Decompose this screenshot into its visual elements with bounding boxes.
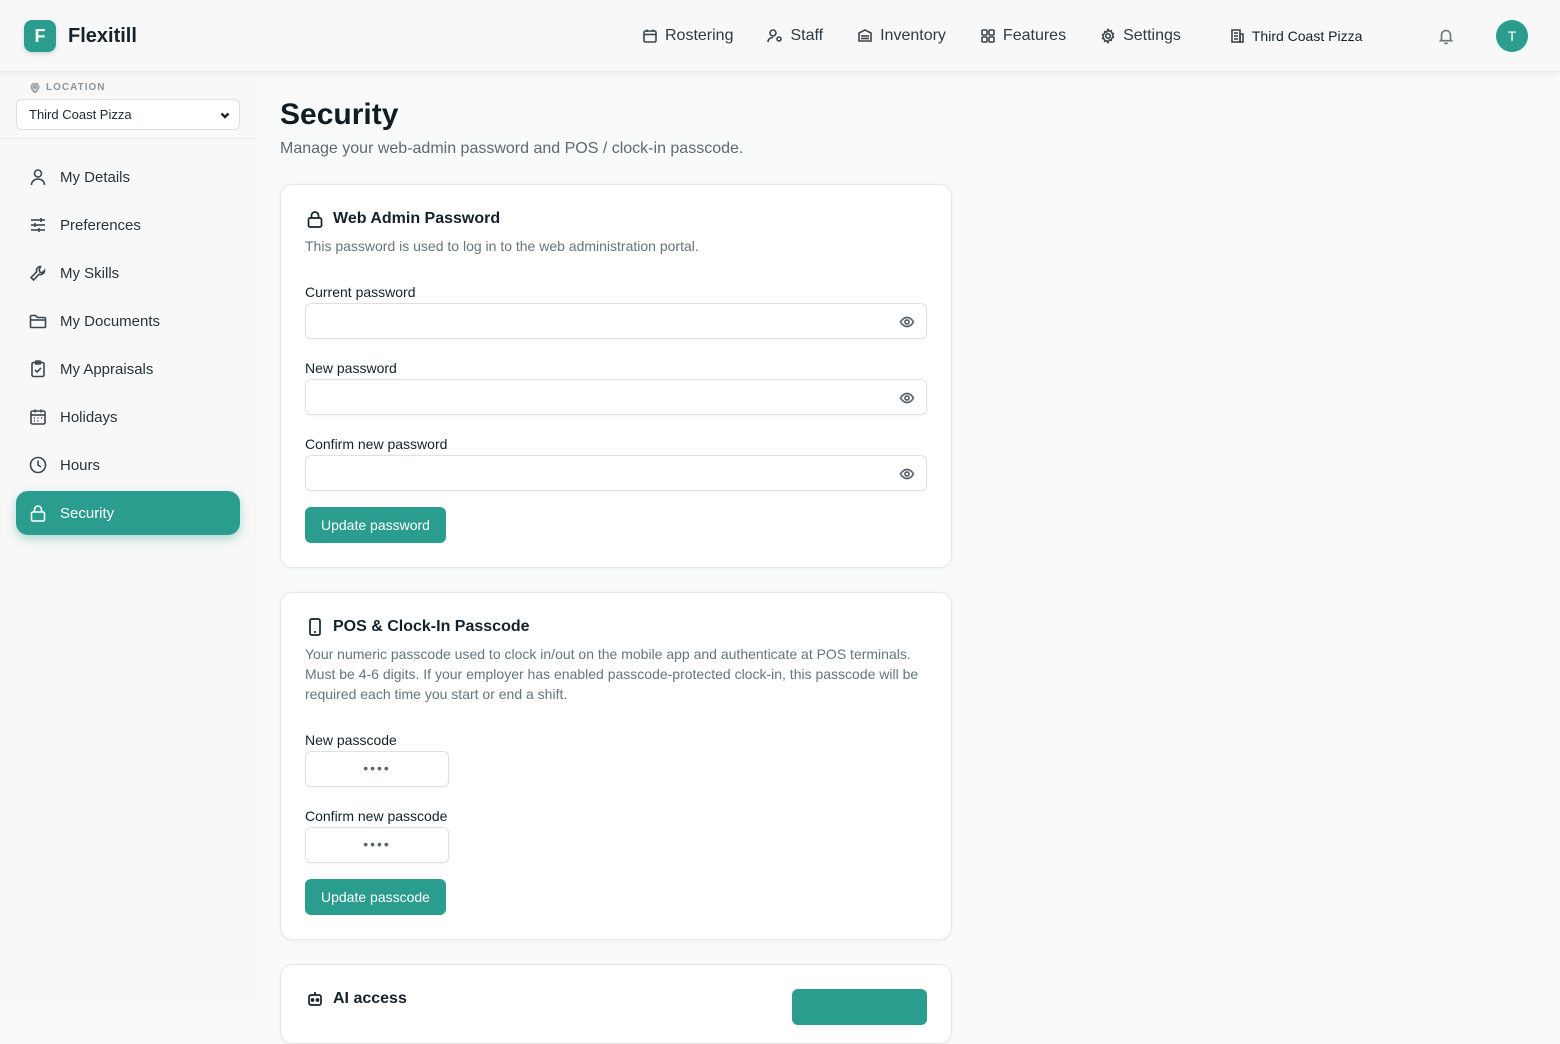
box-icon <box>858 29 872 42</box>
gear-icon <box>1101 28 1115 44</box>
page-title: Security <box>280 98 399 131</box>
nav-location[interactable]: Third Coast Pizza <box>1229 28 1362 44</box>
nav-inventory-label: Inventory <box>880 27 946 44</box>
sidebar-item-my-appraisals[interactable]: My Appraisals <box>16 347 240 391</box>
location-select[interactable]: Third Coast Pizza <box>16 99 240 130</box>
sidebar-divider <box>0 138 256 139</box>
sidebar-item-holidays[interactable]: Holidays <box>16 395 240 439</box>
passcode-card-title-text: POS & Clock-In Passcode <box>333 618 530 635</box>
sidebar-item-hours[interactable]: Hours <box>16 443 240 487</box>
password-card-title: Web Admin Password <box>305 209 500 229</box>
new-password-field[interactable] <box>305 379 927 415</box>
password-card-title-text: Web Admin Password <box>333 210 501 227</box>
sidebar: LOCATION Third Coast Pizza My Details Pr… <box>0 72 256 1000</box>
confirm-password-label: Confirm new password <box>305 436 448 452</box>
sidebar-item-label: My Skills <box>60 264 120 282</box>
nav-rostering[interactable]: Rostering <box>642 27 733 45</box>
ai-access-card-title-text: AI access <box>333 990 407 1007</box>
current-password-field[interactable] <box>305 303 927 339</box>
nav-inventory[interactable]: Inventory <box>857 27 946 45</box>
wrench-icon <box>29 265 46 282</box>
ai-access-button[interactable] <box>792 989 927 1025</box>
chevron-down-icon <box>219 109 231 121</box>
avatar[interactable]: T <box>1496 20 1528 52</box>
brand-logo: F <box>24 20 56 52</box>
passcode-card: POS & Clock-In Passcode Your numeric pas… <box>280 592 952 940</box>
map-pin-icon <box>30 82 40 93</box>
top-nav: Rostering Staff Inventory Features Setti… <box>642 0 1396 72</box>
nav-staff[interactable]: Staff <box>767 27 823 45</box>
passcode-card-description: Your numeric passcode used to clock in/o… <box>305 646 919 702</box>
user-icon <box>767 29 783 43</box>
nav-features-label: Features <box>1002 27 1067 44</box>
calendar-icon <box>30 409 46 425</box>
location-label-text: LOCATION <box>46 82 106 93</box>
nav-settings[interactable]: Settings <box>1100 27 1181 45</box>
sidebar-item-my-documents[interactable]: My Documents <box>16 299 240 343</box>
nav-location-label: Third Coast Pizza <box>1251 28 1363 44</box>
update-password-button[interactable]: Update password <box>305 507 446 543</box>
new-password-label: New password <box>305 360 397 376</box>
sidebar-item-label: My Appraisals <box>60 360 154 378</box>
eye-icon[interactable] <box>899 466 915 482</box>
ai-access-card: AI access <box>280 964 952 1044</box>
sidebar-item-label: My Documents <box>60 312 161 330</box>
current-password-label: Current password <box>305 284 416 300</box>
clock-icon <box>29 456 47 474</box>
brand-name: Flexitill <box>68 24 137 47</box>
user-icon <box>30 169 46 186</box>
folder-icon <box>29 314 47 329</box>
confirm-passcode-label: Confirm new passcode <box>305 808 448 824</box>
nav-features[interactable]: Features <box>980 27 1066 45</box>
sidebar-item-label: Holidays <box>60 408 118 426</box>
confirm-password-field[interactable] <box>305 455 927 491</box>
location-label: LOCATION <box>30 82 105 93</box>
grid-icon <box>981 29 995 43</box>
password-card-description: This password is used to log in to the w… <box>305 238 699 254</box>
top-bar: F Flexitill Rostering Staff Inventory Fe… <box>0 0 1560 72</box>
page-subtitle: Manage your web-admin password and POS /… <box>280 140 744 157</box>
sidebar-item-my-details[interactable]: My Details <box>16 155 240 199</box>
new-passcode-field[interactable]: •••• <box>305 751 449 787</box>
eye-icon[interactable] <box>899 314 915 330</box>
update-passcode-button[interactable]: Update passcode <box>305 879 446 915</box>
sidebar-item-label: Security <box>60 504 115 522</box>
sliders-icon <box>31 218 45 232</box>
bell-icon <box>1438 29 1454 45</box>
password-card: Web Admin Password This password is used… <box>280 184 952 568</box>
calendar-icon <box>643 29 657 43</box>
nav-staff-label: Staff <box>790 27 824 44</box>
notifications-button[interactable] <box>1437 27 1455 45</box>
robot-icon <box>308 992 322 1006</box>
nav-rostering-label: Rostering <box>665 27 734 44</box>
sidebar-item-label: Hours <box>60 456 101 474</box>
eye-icon[interactable] <box>899 390 915 406</box>
lock-icon <box>30 505 46 522</box>
ai-access-card-title: AI access <box>305 989 407 1009</box>
building-icon <box>1231 29 1244 43</box>
clipboard-check-icon <box>31 360 45 378</box>
sidebar-item-security[interactable]: Security <box>16 491 240 535</box>
location-select-value: Third Coast Pizza <box>29 107 132 122</box>
passcode-card-title: POS & Clock-In Passcode <box>305 617 530 637</box>
confirm-passcode-field[interactable]: •••• <box>305 827 449 863</box>
sidebar-item-my-skills[interactable]: My Skills <box>16 251 240 295</box>
lock-icon <box>307 211 323 228</box>
smartphone-icon <box>309 618 321 636</box>
sidebar-item-label: Preferences <box>60 216 141 234</box>
brand[interactable]: F Flexitill <box>24 20 137 52</box>
nav-settings-label: Settings <box>1123 27 1181 44</box>
sidebar-item-label: My Details <box>60 168 131 186</box>
new-passcode-label: New passcode <box>305 732 397 748</box>
sidebar-item-preferences[interactable]: Preferences <box>16 203 240 247</box>
